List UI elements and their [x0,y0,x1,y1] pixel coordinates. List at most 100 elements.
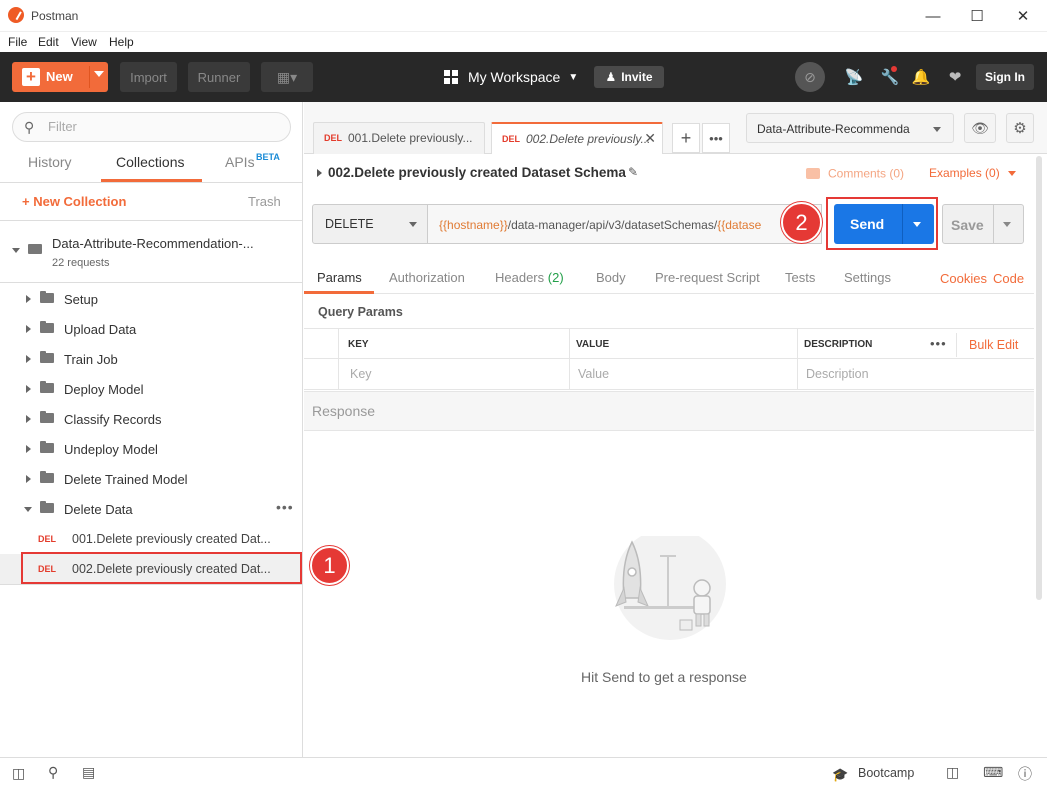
save-button[interactable]: Save [942,204,1024,244]
value-input[interactable]: Value [570,359,798,390]
beta-badge: BETA [256,152,280,162]
callout-badge-2: 2 [781,202,822,243]
add-tab-button[interactable]: + [672,123,700,153]
chevron-down-icon[interactable] [1008,171,1016,176]
chevron-down-icon[interactable] [12,248,20,253]
bulk-edit-link[interactable]: Bulk Edit [969,338,1018,352]
query-params-table: KEY VALUE DESCRIPTION Key Value Descript… [304,328,1034,390]
folder-item[interactable]: Upload Data [0,314,302,344]
more-options-icon[interactable]: ••• [702,123,730,153]
satellite-icon[interactable]: 📡 [843,66,865,88]
folder-item[interactable]: Deploy Model [0,374,302,404]
eye-icon[interactable]: 👁 [964,113,996,143]
plus-icon: + [22,68,40,86]
tab-body[interactable]: Body [596,270,626,285]
trash-button[interactable]: Trash [248,194,281,209]
collection-request-count: 22 requests [52,257,110,269]
bell-icon[interactable]: 🔔 [910,66,932,88]
console-icon[interactable]: ▤ [82,764,95,781]
folder-label: Train Job [64,352,118,367]
more-options-icon[interactable]: ••• [930,336,947,351]
divider [993,205,994,243]
description-input[interactable]: Description [798,359,1034,390]
invite-button[interactable]: ♟ Invite [594,66,664,88]
menu-file[interactable]: File [8,35,27,49]
response-label: Response [312,403,376,419]
column-header-key: KEY [339,328,570,359]
highlight-box [826,197,938,250]
more-options-icon[interactable]: ••• [276,499,294,515]
sidebar-toggle-icon[interactable]: ◫ [12,765,25,782]
import-button[interactable]: Import [120,62,177,92]
tab-prerequest-script[interactable]: Pre-request Script [655,270,760,285]
gear-icon[interactable]: ⚙ [1006,113,1034,143]
chevron-right-icon[interactable] [317,169,322,177]
chevron-down-icon[interactable] [1003,222,1011,227]
request-method: DEL [502,134,520,144]
menu-view[interactable]: View [71,35,97,49]
chevron-down-icon [409,222,417,227]
chevron-down-icon[interactable] [94,71,104,77]
tab-history[interactable]: History [28,154,72,170]
scrollbar-thumb[interactable] [1036,156,1042,600]
tab-settings[interactable]: Settings [844,270,891,285]
folder-icon [40,381,54,393]
tab-apis[interactable]: APIs [225,154,255,170]
sync-off-icon[interactable]: ⊘ [795,62,825,92]
cookies-link[interactable]: Cookies [940,271,987,286]
folder-item[interactable]: Undeploy Model [0,434,302,464]
pencil-icon[interactable]: ✎ [628,165,638,179]
search-icon[interactable]: ⚲ [48,764,58,781]
folder-item[interactable]: Train Job [0,344,302,374]
url-input[interactable]: {{hostname}}/data-manager/api/v3/dataset… [428,204,822,244]
folder-label: Delete Data [64,502,133,517]
comments-button[interactable]: Comments (0) [806,165,904,181]
folder-item[interactable]: Classify Records [0,404,302,434]
tab-label: 001.Delete previously... [348,131,473,145]
examples-button[interactable]: Examples (0) [929,166,1000,180]
filter-input[interactable] [48,119,248,134]
new-button[interactable]: + New [12,62,108,92]
request-tab-active[interactable]: DEL 002.Delete previously... ✕ [491,122,663,154]
menu-help[interactable]: Help [109,35,134,49]
folder-item[interactable]: Setup [0,284,302,314]
request-item[interactable]: DEL 001.Delete previously created Dat... [0,524,302,554]
help-icon[interactable]: ⓘ [1018,764,1032,784]
response-header [304,391,1034,431]
bootcamp-icon[interactable]: 🎓 [832,767,848,783]
sign-in-button[interactable]: Sign In [976,64,1034,90]
runner-button[interactable]: Runner [188,62,250,92]
chevron-right-icon [26,385,31,393]
method-select[interactable]: DELETE [312,204,428,244]
minimize-icon[interactable]: — [910,0,956,32]
new-window-button[interactable]: ▦▾ [261,62,313,92]
table-cell [304,359,339,390]
tab-tests[interactable]: Tests [785,270,815,285]
tab-headers[interactable]: Headers (2) [495,270,564,285]
two-pane-icon[interactable]: ◫ [946,764,959,781]
maximize-icon[interactable]: ☐ [954,0,1000,32]
folder-item[interactable]: Delete Trained Model [0,464,302,494]
wrench-icon[interactable]: 🔧 [879,66,901,88]
environment-select[interactable]: Data-Attribute-Recommenda [746,113,954,143]
bootcamp-link[interactable]: Bootcamp [858,766,914,780]
tab-params[interactable]: Params [317,270,362,285]
menu-edit[interactable]: Edit [38,35,59,49]
chevron-right-icon [26,355,31,363]
divider [89,66,90,88]
tab-collections[interactable]: Collections [116,154,184,170]
tab-authorization[interactable]: Authorization [389,270,465,285]
collection-name[interactable]: Data-Attribute-Recommendation-... [52,236,254,251]
close-icon[interactable]: ✕ [644,130,656,147]
close-icon[interactable]: ✕ [1000,0,1046,32]
workspace-switcher[interactable]: My Workspace ▼ [444,60,578,94]
folder-item[interactable]: Delete Data ••• [0,494,302,524]
keyboard-icon[interactable]: ⌨ [983,764,1003,781]
key-input[interactable]: Key [339,359,570,390]
new-collection-button[interactable]: + New Collection [22,194,126,209]
code-link[interactable]: Code [993,271,1024,286]
request-tab[interactable]: DEL 001.Delete previously... [313,122,485,154]
heart-icon[interactable]: ❤ [944,66,966,88]
workspace-label: My Workspace [468,69,561,85]
invite-label: Invite [621,70,653,84]
